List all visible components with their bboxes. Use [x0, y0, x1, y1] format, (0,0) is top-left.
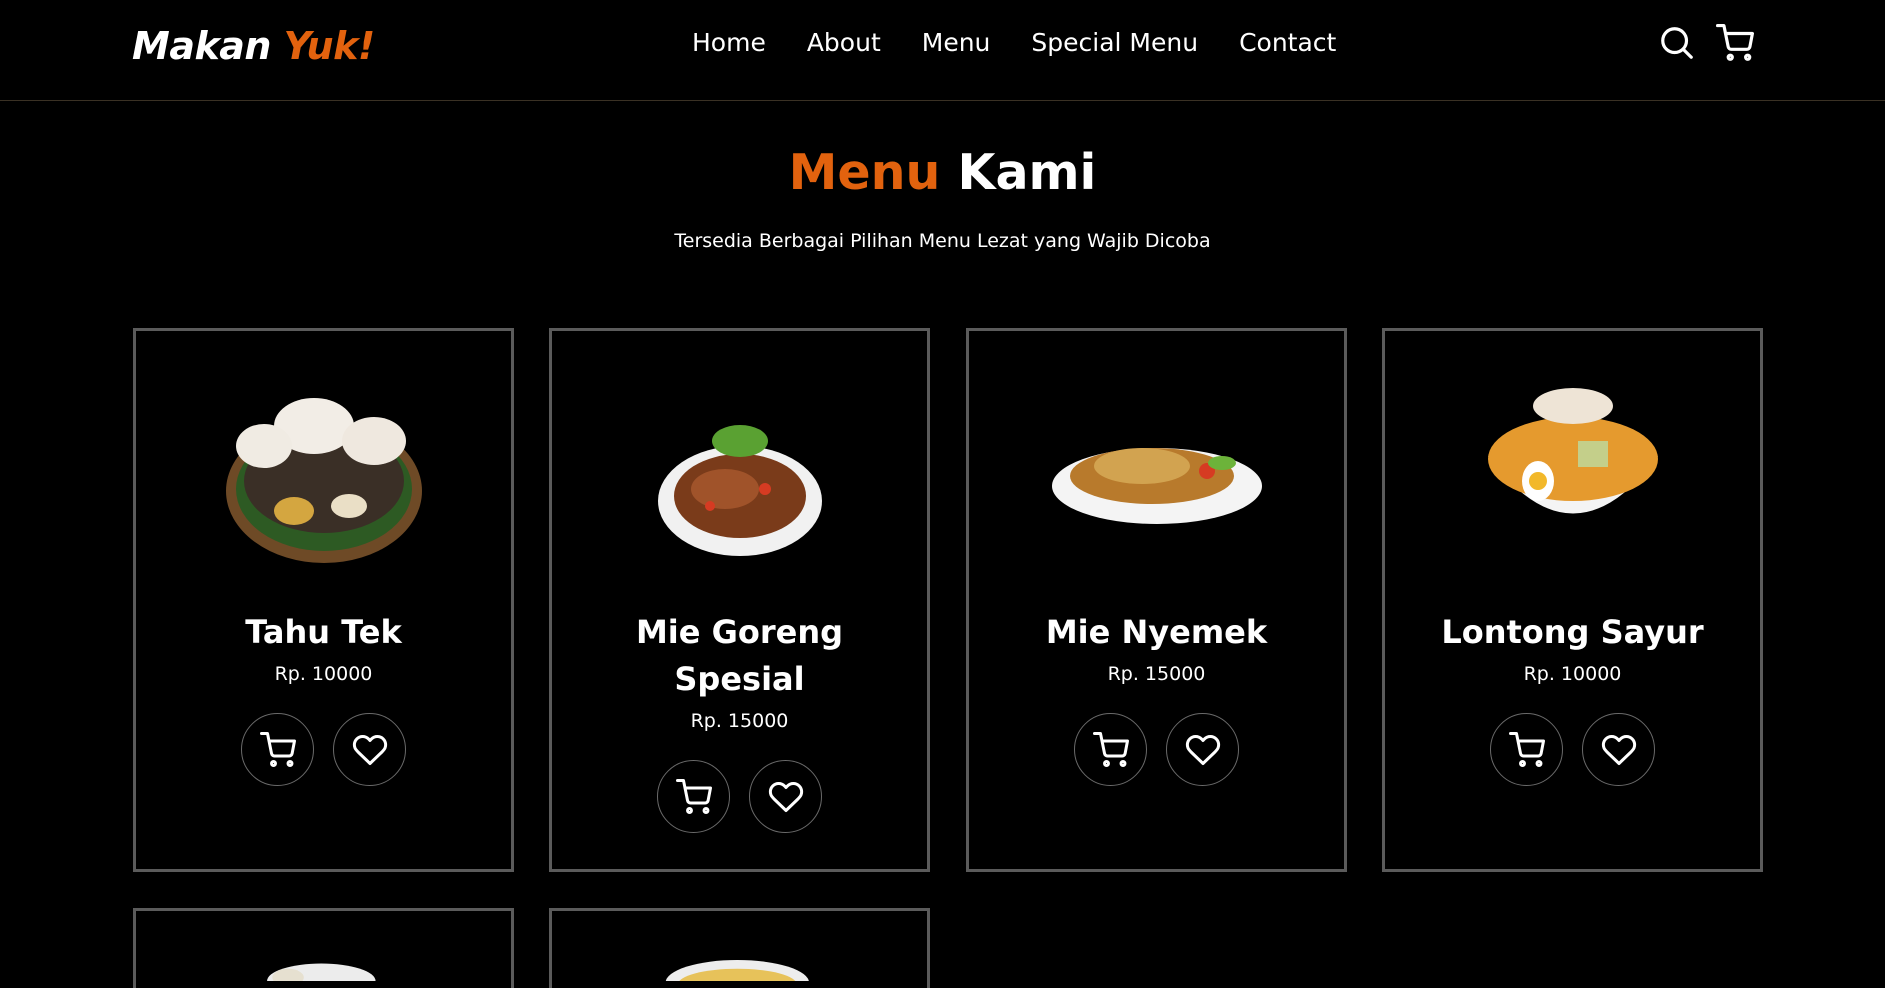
heart-icon: [1185, 734, 1220, 765]
menu-name: Lontong Sayur: [1441, 613, 1704, 651]
menu-card-partial: [549, 908, 930, 988]
menu-card-partial: [133, 908, 514, 988]
nav-about[interactable]: About: [807, 28, 881, 57]
menu-card: Lontong Sayur Rp. 10000: [1382, 328, 1763, 872]
heart-icon: [768, 781, 803, 812]
navbar: Makan Yuk! Home About Menu Special Menu …: [0, 0, 1885, 101]
menu-price: Rp. 15000: [1107, 663, 1206, 685]
section-title-accent: Menu: [788, 144, 941, 201]
nav-menu[interactable]: Menu: [922, 28, 991, 57]
food-image-mie-goreng-spesial: [625, 371, 855, 571]
food-image-mie-nyemek: [1042, 371, 1272, 571]
cart-icon: [675, 778, 712, 814]
nav-contact[interactable]: Contact: [1239, 28, 1336, 57]
add-to-cart-button[interactable]: [1074, 713, 1147, 786]
card-actions: [1385, 713, 1760, 786]
card-actions: [136, 713, 511, 786]
card-actions: [552, 760, 927, 833]
menu-price: Rp. 10000: [1523, 663, 1622, 685]
heart-icon: [352, 734, 387, 765]
menu-name: Mie Nyemek: [1045, 613, 1268, 651]
add-to-cart-button[interactable]: [657, 760, 730, 833]
cart-icon: [1508, 731, 1545, 767]
nav-home[interactable]: Home: [692, 28, 766, 57]
heart-icon: [1601, 734, 1636, 765]
menu-name: Mie Goreng Spesial: [635, 613, 844, 698]
favorite-button[interactable]: [749, 760, 822, 833]
card-actions: [969, 713, 1344, 786]
cart-icon: [259, 731, 296, 767]
section-title-rest: Kami: [957, 144, 1097, 201]
menu-price: Rp. 10000: [274, 663, 373, 685]
section-title: Menu Kami: [0, 144, 1885, 201]
brand-logo[interactable]: Makan Yuk!: [132, 24, 375, 68]
add-to-cart-button[interactable]: [241, 713, 314, 786]
brand-accent: Yuk!: [283, 24, 376, 68]
favorite-button[interactable]: [1582, 713, 1655, 786]
food-image-lontong-sayur: [1458, 371, 1688, 571]
section-subtitle: Tersedia Berbagai Pilihan Menu Lezat yan…: [674, 230, 1211, 252]
add-to-cart-button[interactable]: [1490, 713, 1563, 786]
menu-price: Rp. 15000: [690, 710, 789, 732]
menu-name: Tahu Tek: [245, 613, 402, 651]
menu-card: Mie Nyemek Rp. 15000: [966, 328, 1347, 872]
search-icon[interactable]: [1658, 24, 1696, 62]
brand-name: Makan: [132, 24, 271, 68]
food-image-tahu-tek: [209, 371, 439, 571]
nav-special-menu[interactable]: Special Menu: [1031, 28, 1198, 57]
main-nav: Home About Menu Special Menu Contact: [692, 28, 1336, 57]
favorite-button[interactable]: [333, 713, 406, 786]
menu-card: Tahu Tek Rp. 10000: [133, 328, 514, 872]
cart-icon[interactable]: [1716, 24, 1754, 62]
favorite-button[interactable]: [1166, 713, 1239, 786]
food-image-partial: [267, 963, 376, 988]
cart-icon: [1092, 731, 1129, 767]
menu-card: Mie Goreng Spesial Rp. 15000: [549, 328, 930, 872]
food-image-partial: [665, 960, 810, 988]
